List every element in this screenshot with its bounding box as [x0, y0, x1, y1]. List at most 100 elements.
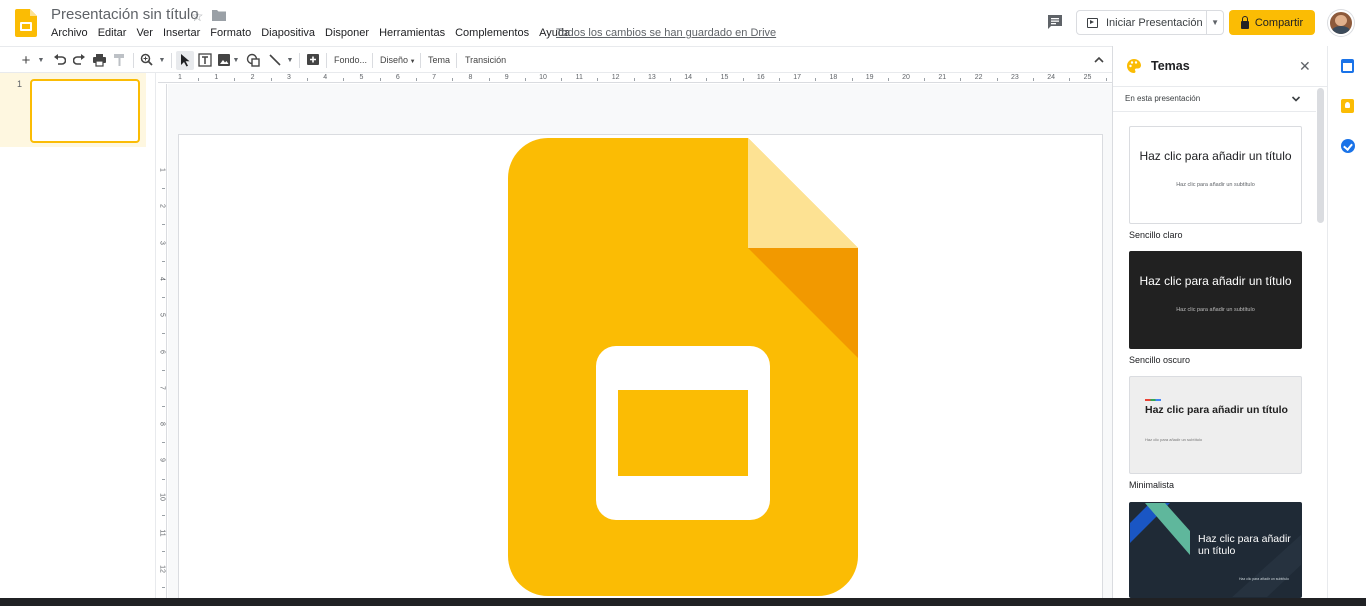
present-options-chevron-icon[interactable]: ▼: [1207, 18, 1223, 27]
menu-insertar[interactable]: Insertar: [163, 27, 200, 39]
zoom-icon[interactable]: [140, 53, 153, 67]
shape-icon[interactable]: [246, 53, 260, 67]
theme-card-focus[interactable]: Haz clic para añadir un título Haz clic …: [1129, 502, 1302, 598]
themes-panel-scrollbar[interactable]: [1317, 88, 1324, 223]
theme-accent-bar: [1145, 399, 1161, 401]
ruler-tick: [162, 224, 165, 226]
menu-diapositiva[interactable]: Diapositiva: [261, 27, 315, 39]
document-title[interactable]: Presentación sin título: [51, 6, 199, 23]
theme-name-simple-light: Sencillo claro: [1129, 230, 1183, 240]
ruler-tick: [778, 78, 780, 81]
theme-name-minimalist: Minimalista: [1129, 480, 1175, 490]
keep-icon[interactable]: [1341, 99, 1354, 113]
theme-preview-subtitle: Haz clic para añadir un subtítulo: [1176, 182, 1255, 188]
paint-format-icon[interactable]: [113, 53, 126, 67]
ruler-label: 12: [611, 74, 620, 81]
redo-icon[interactable]: [73, 53, 86, 67]
menu-formato[interactable]: Formato: [210, 27, 251, 39]
ruler-label: 18: [829, 74, 838, 81]
ruler-tick: [198, 78, 200, 81]
menu-complementos[interactable]: Complementos: [455, 27, 529, 39]
menu-bar: Archivo Editar Ver Insertar Formato Diap…: [51, 27, 570, 39]
comment-history-icon[interactable]: [1047, 14, 1063, 30]
transition-button[interactable]: Transición: [465, 55, 506, 65]
star-icon[interactable]: ☆: [191, 8, 204, 25]
ruler-tick: [162, 442, 165, 444]
ruler-tick: [706, 78, 708, 81]
share-button[interactable]: Compartir: [1229, 10, 1315, 35]
ruler-label: 11: [158, 529, 166, 537]
ruler-tick: [270, 78, 272, 81]
ruler-label: 8: [468, 74, 473, 81]
ruler-tick: [415, 78, 417, 81]
ruler-tick: [162, 587, 165, 589]
collapse-toolbar-chevron-up-icon[interactable]: [1093, 53, 1105, 67]
ruler-tick: [162, 405, 165, 407]
ruler-tick: [162, 478, 165, 480]
theme-preview-title: Haz clic para añadir un título: [1145, 404, 1288, 416]
new-slide-plus-icon[interactable]: +: [20, 52, 32, 69]
ruler-tick: [1105, 78, 1107, 81]
ruler-label: 6: [395, 74, 400, 81]
theme-button[interactable]: Tema: [428, 55, 450, 65]
slide-thumbnail[interactable]: [30, 79, 140, 143]
ruler-label: 23: [1010, 74, 1019, 81]
image-chevron-down-icon[interactable]: ▼: [232, 53, 240, 67]
ruler-tick: [887, 78, 889, 81]
zoom-chevron-down-icon[interactable]: ▼: [157, 53, 167, 67]
new-slide-chevron-down-icon[interactable]: ▼: [36, 53, 46, 67]
menu-herramientas[interactable]: Herramientas: [379, 27, 445, 39]
print-icon[interactable]: [93, 53, 106, 67]
ruler-label: 15: [720, 74, 729, 81]
ruler-label: 5: [359, 74, 364, 81]
ruler-label: 19: [865, 74, 874, 81]
ruler-label: 22: [974, 74, 983, 81]
layout-button[interactable]: Diseño ▼: [380, 55, 416, 65]
calendar-icon[interactable]: [1341, 59, 1354, 73]
theme-card-simple-light[interactable]: Haz clic para añadir un título Haz clic …: [1129, 126, 1302, 224]
ruler-tick: [633, 78, 635, 81]
themes-panel-title: Temas: [1151, 59, 1190, 73]
menu-disponer[interactable]: Disponer: [325, 27, 369, 39]
menu-archivo[interactable]: Archivo: [51, 27, 88, 39]
themes-source-dropdown[interactable]: En esta presentación: [1113, 87, 1316, 112]
share-label: Compartir: [1254, 16, 1304, 29]
theme-card-minimalist[interactable]: Haz clic para añadir un título Haz clic …: [1129, 376, 1302, 474]
theme-preview-title: Haz clic para añadir un título: [1139, 149, 1292, 163]
cursor-arrow-icon[interactable]: [179, 53, 191, 67]
palette-icon: [1127, 59, 1141, 73]
toolbar-separator: [456, 53, 457, 68]
account-avatar[interactable]: [1328, 10, 1354, 36]
side-addons-panel: [1327, 46, 1366, 598]
ruler-label: 5: [158, 313, 166, 318]
ruler-tick: [1033, 78, 1035, 81]
toolbar-separator: [372, 53, 373, 68]
line-icon[interactable]: [268, 53, 282, 67]
ruler-tick: [307, 78, 309, 81]
menu-editar[interactable]: Editar: [98, 27, 127, 39]
slides-app-icon[interactable]: [15, 9, 37, 37]
ruler-label: 2: [250, 74, 255, 81]
line-chevron-down-icon[interactable]: ▼: [285, 53, 295, 67]
text-box-icon[interactable]: [198, 53, 212, 67]
close-icon[interactable]: ✕: [1299, 58, 1311, 74]
save-status-link[interactable]: Todos los cambios se han guardado en Dri…: [556, 27, 776, 39]
theme-preview-title: Haz clic para añadir un título: [1139, 274, 1292, 288]
ruler-label: 25: [1083, 74, 1092, 81]
theme-name-simple-dark: Sencillo oscuro: [1129, 355, 1191, 365]
ruler-label: 17: [793, 74, 801, 81]
add-comment-icon[interactable]: [306, 53, 320, 67]
undo-icon[interactable]: [53, 53, 66, 67]
slides-logo-image[interactable]: [508, 138, 858, 596]
theme-card-simple-dark[interactable]: Haz clic para añadir un título Haz clic …: [1129, 251, 1302, 349]
image-icon[interactable]: [217, 53, 231, 67]
ruler-tick: [924, 78, 926, 81]
themes-source-label: En esta presentación: [1125, 94, 1201, 103]
ruler-tick: [162, 260, 165, 262]
tasks-icon[interactable]: [1341, 139, 1355, 153]
present-button[interactable]: Iniciar Presentación: [1077, 11, 1208, 34]
menu-ver[interactable]: Ver: [136, 27, 153, 39]
background-button[interactable]: Fondo...: [334, 55, 367, 65]
folder-icon[interactable]: [212, 9, 226, 21]
ruler-tick: [162, 333, 165, 335]
